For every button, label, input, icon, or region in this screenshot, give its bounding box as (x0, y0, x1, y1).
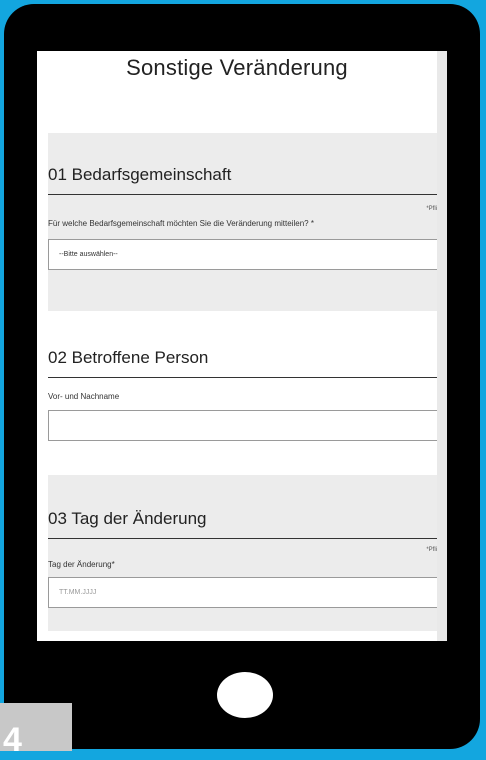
form-page: Sonstige Veränderung 01 Bedarfsgemeinsch… (37, 51, 441, 641)
section-divider (48, 377, 437, 378)
section-title: 03 Tag der Änderung (48, 509, 207, 528)
date-input[interactable]: TT.MM.JJJJ (48, 577, 441, 608)
section-divider (48, 538, 437, 539)
section-betroffene-person: 02 Betroffene Person Vor- und Nachname (48, 315, 441, 465)
section-title: 02 Betroffene Person (48, 348, 209, 367)
field-label: Vor- und Nachname (48, 392, 120, 401)
section-title: 01 Bedarfsgemeinschaft (48, 165, 232, 184)
phone-screen: Sonstige Veränderung 01 Bedarfsgemeinsch… (37, 51, 447, 641)
step-badge: 4 (0, 703, 72, 759)
required-note: *Pfli (426, 206, 437, 212)
screen-edge (437, 51, 447, 641)
section-bedarfsgemeinschaft: 01 Bedarfsgemeinschaft *Pfli Für welche … (48, 133, 441, 311)
section-divider (48, 194, 437, 195)
required-note: *Pfli (426, 547, 437, 553)
bedarfsgemeinschaft-select[interactable]: --Bitte auswählen-- (48, 239, 441, 270)
select-value: --Bitte auswählen-- (59, 251, 118, 258)
section-tag-der-aenderung: 03 Tag der Änderung *Pfli Tag der Änderu… (48, 475, 441, 631)
field-label: Für welche Bedarfsgemeinschaft möchten S… (48, 219, 314, 228)
date-input-placeholder: TT.MM.JJJJ (59, 589, 97, 596)
field-label: Tag der Änderung* (48, 560, 115, 569)
phone-frame: Sonstige Veränderung 01 Bedarfsgemeinsch… (4, 4, 480, 749)
home-button[interactable] (217, 672, 273, 718)
name-input[interactable] (48, 410, 441, 441)
step-number: 4 (3, 721, 22, 759)
page-title: Sonstige Veränderung (126, 55, 348, 80)
